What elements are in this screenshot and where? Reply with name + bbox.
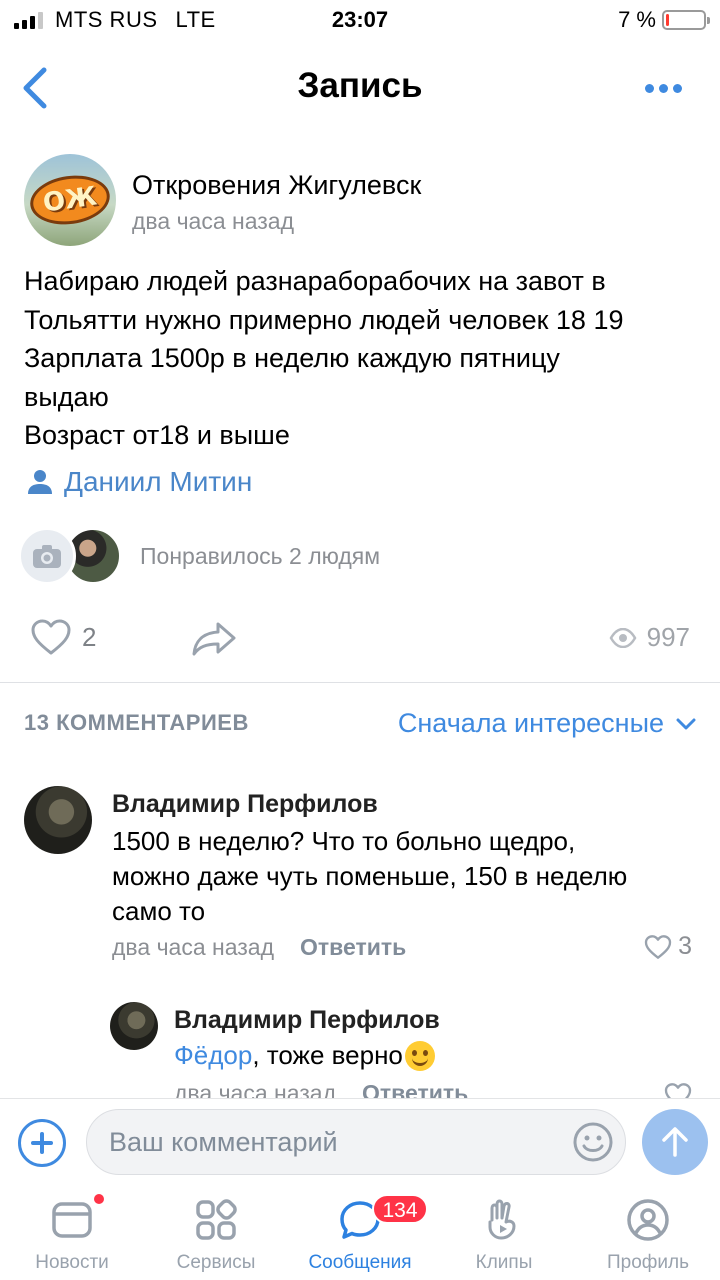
tab-bar: Новости Сервисы 134 Сообщения Клипы Проф… xyxy=(0,1186,720,1280)
tab-label: Сообщения xyxy=(308,1252,412,1273)
more-dot-icon xyxy=(645,84,654,93)
profile-icon xyxy=(627,1199,669,1241)
chevron-down-icon xyxy=(676,718,696,729)
status-bar: MTS RUS LTE 23:07 7 % xyxy=(0,0,720,40)
comment-text: Фёдор, тоже верно xyxy=(174,1040,435,1071)
like-button[interactable]: 2 xyxy=(30,618,96,656)
reply-button[interactable]: Ответить xyxy=(300,934,406,960)
post-timestamp: два часа назад xyxy=(132,208,295,234)
battery-percent: 7 % xyxy=(618,7,656,32)
comment-like-count: 3 xyxy=(678,932,692,960)
comments-header: 13 КОММЕНТАРИЕВ Сначала интересные xyxy=(24,708,696,738)
smiling-emoji-icon xyxy=(404,1040,435,1071)
tab-label: Сервисы xyxy=(176,1252,256,1273)
comment-time: два часа назад xyxy=(112,934,275,960)
comments-sort-selector[interactable]: Сначала интересные xyxy=(398,708,696,739)
send-button[interactable] xyxy=(642,1109,708,1175)
commenter-name[interactable]: Владимир Перфилов xyxy=(174,1006,440,1035)
status-right: 7 % xyxy=(618,7,710,33)
comment-input-bar xyxy=(0,1098,720,1186)
mention-link[interactable]: Фёдор xyxy=(174,1040,252,1071)
services-icon xyxy=(196,1199,237,1240)
reply-text: , тоже верно xyxy=(252,1040,403,1070)
likers-row[interactable]: Понравилось 2 людям xyxy=(18,526,380,586)
share-button[interactable] xyxy=(190,620,238,663)
commenter-name[interactable]: Владимир Перфилов xyxy=(112,790,378,819)
tab-news[interactable]: Новости xyxy=(0,1186,144,1280)
navigation-bar: Запись xyxy=(0,48,720,128)
comment-meta: два часа назад Ответить xyxy=(174,1080,468,1100)
news-icon xyxy=(52,1202,92,1238)
group-logo: ОЖ xyxy=(27,170,113,230)
tab-clips[interactable]: Клипы xyxy=(432,1186,576,1280)
reply-button[interactable]: Ответить xyxy=(362,1080,468,1100)
attach-plus-button[interactable] xyxy=(18,1119,66,1167)
divider xyxy=(0,682,720,683)
heart-icon xyxy=(644,934,672,959)
sort-label: Сначала интересные xyxy=(397,708,664,738)
post-text: Набираю людей разнараборабочих на завот … xyxy=(24,266,624,450)
comments-count: 13 КОММЕНТАРИЕВ xyxy=(24,710,249,735)
share-icon xyxy=(192,622,236,656)
post-author-name: Даниил Митин xyxy=(64,466,253,497)
news-notification-dot xyxy=(94,1194,104,1204)
messages-badge: 134 xyxy=(372,1194,428,1224)
post-header: ОЖ Откровения Жигулевск два часа назад xyxy=(24,154,704,250)
arrow-up-icon xyxy=(662,1127,688,1157)
tab-label: Клипы xyxy=(475,1252,533,1273)
comment-item: Владимир Перфилов 1500 в неделю? Что то … xyxy=(24,786,704,976)
heart-icon xyxy=(31,619,71,655)
commenter-avatar[interactable] xyxy=(24,786,92,854)
eye-icon xyxy=(609,627,637,648)
tab-messages[interactable]: 134 Сообщения xyxy=(288,1186,432,1280)
camera-icon xyxy=(33,545,61,568)
user-icon xyxy=(28,470,52,494)
group-avatar[interactable]: ОЖ xyxy=(24,154,116,246)
tab-services[interactable]: Сервисы xyxy=(144,1186,288,1280)
commenter-avatar[interactable] xyxy=(110,1002,158,1050)
reply-comment-item: Владимир Перфилов Фёдор, тоже верно два … xyxy=(110,1000,700,1100)
emoji-picker-icon[interactable] xyxy=(572,1121,614,1163)
group-name[interactable]: Откровения Жигулевск xyxy=(132,170,421,201)
views-counter: 997 xyxy=(609,622,690,653)
like-count: 2 xyxy=(82,621,97,652)
tab-label: Профиль xyxy=(606,1252,690,1273)
battery-icon xyxy=(662,10,710,30)
views-count: 997 xyxy=(646,622,690,652)
more-options-button[interactable] xyxy=(645,84,682,93)
clips-icon xyxy=(488,1199,516,1240)
post-author-link[interactable]: Даниил Митин xyxy=(24,466,252,498)
comment-input[interactable] xyxy=(86,1109,626,1175)
likes-summary: Понравилось 2 людям xyxy=(140,542,381,569)
tab-profile[interactable]: Профиль xyxy=(576,1186,720,1280)
comment-time: два часа назад xyxy=(174,1080,337,1100)
post-actions: 2 997 xyxy=(30,614,690,664)
comment-text: 1500 в неделю? Что то больно щедро, можн… xyxy=(112,826,628,926)
clock: 23:07 xyxy=(331,7,389,32)
comment-like-button[interactable]: 3 xyxy=(644,932,692,961)
liker-avatar-placeholder xyxy=(18,527,76,585)
comment-meta: два часа назад Ответить xyxy=(112,934,406,961)
tab-label: Новости xyxy=(35,1252,109,1273)
page-title: Запись xyxy=(297,66,423,105)
